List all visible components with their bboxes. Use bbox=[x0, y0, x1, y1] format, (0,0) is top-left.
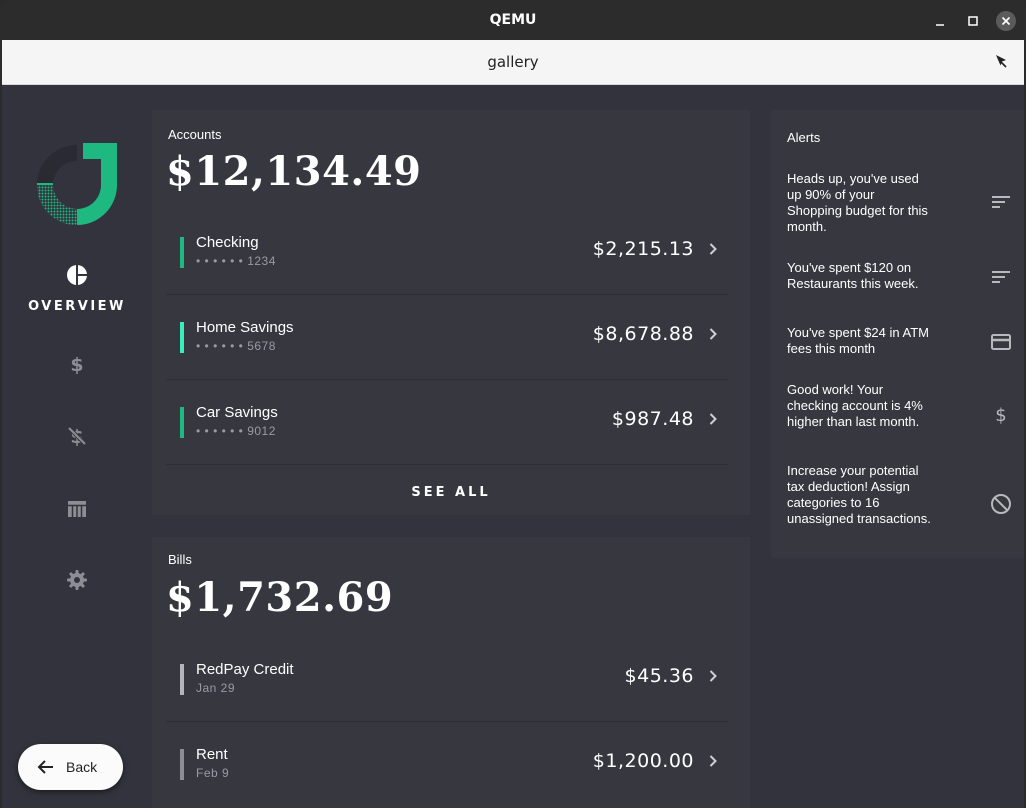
back-button[interactable]: Back bbox=[18, 744, 123, 790]
bill-date: Feb 9 bbox=[196, 766, 230, 780]
bill-row[interactable]: RedPay Credit Jan 29 $45.36 bbox=[166, 637, 728, 722]
account-name: Checking bbox=[196, 234, 259, 251]
alert-message: You've spent $24 in ATM fees this month bbox=[787, 325, 929, 356]
bills-card: Bills $1,732.69 RedPay Credit Jan 29 $45… bbox=[152, 537, 750, 808]
account-row[interactable]: Home Savings • • • • • • 5678 $8,678.88 bbox=[166, 295, 728, 380]
account-color-bar bbox=[180, 322, 184, 353]
alert-message: Increase your potential tax deduction! A… bbox=[787, 463, 931, 526]
chevron-right-icon bbox=[709, 413, 717, 425]
nav-settings[interactable] bbox=[2, 568, 152, 592]
chevron-right-icon bbox=[709, 755, 717, 767]
maximize-icon[interactable] bbox=[963, 11, 983, 31]
account-name: Home Savings bbox=[196, 319, 294, 336]
account-amount: $987.48 bbox=[611, 408, 694, 430]
see-all-button[interactable]: SEE ALL bbox=[152, 485, 750, 500]
alerts-title: Alerts bbox=[787, 130, 821, 145]
nav-overview-label: OVERVIEW bbox=[28, 299, 126, 314]
bills-label: Bills bbox=[168, 552, 192, 567]
pin-icon[interactable] bbox=[992, 52, 1010, 70]
rally-app: OVERVIEW $ $ bbox=[2, 85, 1024, 808]
account-amount: $2,215.13 bbox=[592, 238, 694, 260]
sort-icon[interactable] bbox=[989, 190, 1013, 214]
arrow-back-icon bbox=[37, 760, 53, 774]
chevron-right-icon bbox=[709, 670, 717, 682]
gear-icon bbox=[67, 570, 87, 590]
accounts-label: Accounts bbox=[168, 127, 222, 142]
account-name: Car Savings bbox=[196, 404, 278, 421]
nav-overview[interactable]: OVERVIEW bbox=[2, 263, 152, 314]
chevron-right-icon bbox=[709, 328, 717, 340]
account-row[interactable]: Car Savings • • • • • • 9012 $987.48 bbox=[166, 380, 728, 465]
bill-color-bar bbox=[180, 664, 184, 695]
bill-amount: $1,200.00 bbox=[592, 750, 694, 772]
table-chart-icon bbox=[68, 501, 86, 517]
bill-date: Jan 29 bbox=[196, 681, 236, 695]
credit-card-icon[interactable] bbox=[989, 330, 1013, 354]
bill-name: RedPay Credit bbox=[196, 661, 294, 678]
close-icon[interactable] bbox=[996, 11, 1016, 31]
dollar-icon[interactable]: $ bbox=[989, 402, 1013, 426]
bill-name: Rent bbox=[196, 746, 228, 763]
accounts-card: Accounts $12,134.49 Checking • • • • • •… bbox=[152, 110, 750, 515]
alerts-panel: Alerts Heads up, you've used up 90% of y… bbox=[771, 110, 1024, 558]
window-titlebar: QEMU bbox=[0, 0, 1026, 40]
back-button-label: Back bbox=[66, 759, 98, 775]
window-title: QEMU bbox=[489, 12, 537, 28]
account-number: • • • • • • 1234 bbox=[196, 254, 276, 268]
alert-message: You've spent $120 on Restaurants this we… bbox=[787, 260, 919, 291]
app-logo bbox=[35, 141, 119, 225]
chevron-right-icon bbox=[709, 243, 717, 255]
nav-accounts[interactable]: $ bbox=[2, 352, 152, 376]
not-interested-icon[interactable] bbox=[989, 492, 1013, 516]
bill-color-bar bbox=[180, 749, 184, 780]
alert-message: Good work! Your checking account is 4% h… bbox=[787, 382, 923, 429]
account-color-bar bbox=[180, 237, 184, 268]
sort-icon[interactable] bbox=[989, 265, 1013, 289]
account-number: • • • • • • 5678 bbox=[196, 339, 276, 353]
nav-budgets[interactable] bbox=[2, 497, 152, 521]
navigation-rail: OVERVIEW $ $ bbox=[2, 85, 152, 808]
app-bar: gallery bbox=[2, 40, 1024, 85]
alert-message: Heads up, you've used up 90% of your Sho… bbox=[787, 171, 928, 234]
nav-bills[interactable]: $ bbox=[2, 424, 152, 448]
account-row[interactable]: Checking • • • • • • 1234 $2,215.13 bbox=[166, 210, 728, 295]
dollar-icon: $ bbox=[70, 354, 83, 376]
account-number: • • • • • • 9012 bbox=[196, 424, 276, 438]
accounts-total: $12,134.49 bbox=[166, 148, 422, 195]
money-off-icon: $ bbox=[67, 426, 87, 448]
bill-row[interactable]: Rent Feb 9 $1,200.00 bbox=[166, 722, 728, 807]
pie-chart-icon bbox=[67, 265, 87, 285]
svg-text:$: $ bbox=[70, 354, 83, 376]
account-amount: $8,678.88 bbox=[592, 323, 694, 345]
minimize-icon[interactable] bbox=[930, 11, 950, 31]
account-color-bar bbox=[180, 407, 184, 438]
bill-amount: $45.36 bbox=[624, 665, 694, 687]
svg-text:$: $ bbox=[995, 405, 1006, 426]
bills-total: $1,732.69 bbox=[166, 574, 394, 621]
app-bar-title: gallery bbox=[487, 53, 539, 71]
